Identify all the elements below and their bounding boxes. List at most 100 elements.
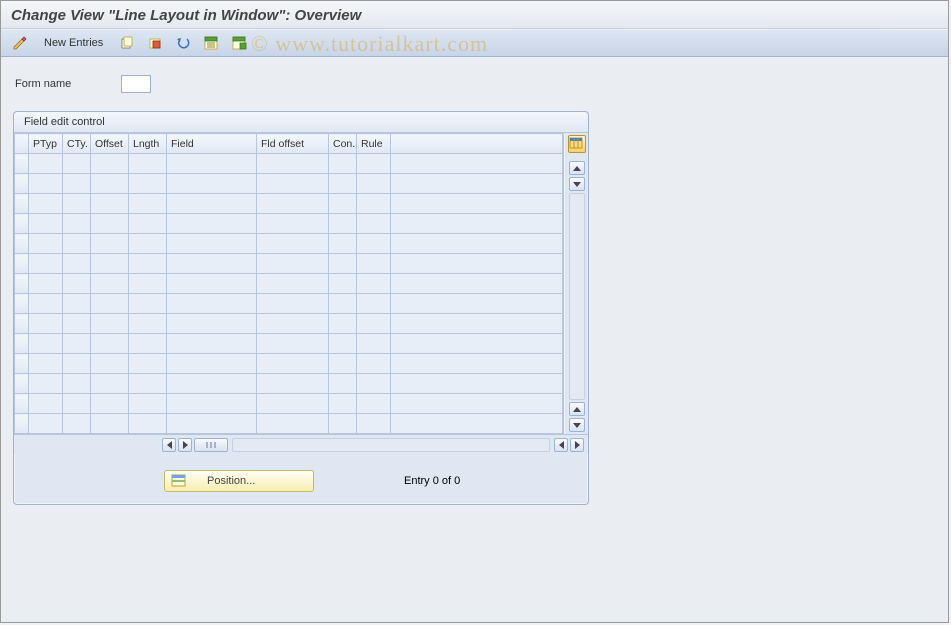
cell-ptyp[interactable] [29,154,63,174]
cell-field[interactable] [167,254,257,274]
cell-field[interactable] [167,374,257,394]
cell-ptyp[interactable] [29,234,63,254]
col-ptyp[interactable]: PTyp [29,134,63,154]
new-entries-button[interactable]: New Entries [37,33,110,53]
cell-ptyp[interactable] [29,174,63,194]
scroll-left-button-2[interactable] [554,438,568,452]
undo-button[interactable] [172,33,194,53]
row-selector[interactable] [15,394,29,414]
cell-cty[interactable] [63,314,91,334]
table-row[interactable] [15,374,563,394]
cell-rule[interactable] [357,174,391,194]
position-button[interactable]: Position... [164,470,314,492]
cell-fld-offset[interactable] [257,314,329,334]
cell-offset[interactable] [91,254,129,274]
cell-con[interactable] [329,294,357,314]
cell-ptyp[interactable] [29,314,63,334]
col-selector[interactable] [15,134,29,154]
table-row[interactable] [15,174,563,194]
col-con[interactable]: Con. [329,134,357,154]
cell-cty[interactable] [63,214,91,234]
cell-rule[interactable] [357,414,391,434]
table-row[interactable] [15,194,563,214]
cell-fld-offset[interactable] [257,154,329,174]
scroll-up-button-2[interactable] [569,402,585,416]
cell-ptyp[interactable] [29,394,63,414]
cell-offset[interactable] [91,214,129,234]
cell-con[interactable] [329,314,357,334]
select-all-button[interactable] [200,33,222,53]
cell-offset[interactable] [91,294,129,314]
cell-cty[interactable] [63,154,91,174]
cell-length[interactable] [129,314,167,334]
cell-fld-offset[interactable] [257,174,329,194]
cell-field[interactable] [167,174,257,194]
row-selector[interactable] [15,354,29,374]
cell-con[interactable] [329,234,357,254]
cell-cty[interactable] [63,194,91,214]
copy-button[interactable] [116,33,138,53]
cell-rule[interactable] [357,234,391,254]
row-selector[interactable] [15,314,29,334]
cell-con[interactable] [329,254,357,274]
scroll-right-button-2[interactable] [570,438,584,452]
cell-con[interactable] [329,334,357,354]
cell-cty[interactable] [63,254,91,274]
cell-con[interactable] [329,274,357,294]
cell-offset[interactable] [91,174,129,194]
cell-offset[interactable] [91,234,129,254]
cell-length[interactable] [129,374,167,394]
cell-cty[interactable] [63,234,91,254]
cell-field[interactable] [167,274,257,294]
cell-length[interactable] [129,234,167,254]
cell-length[interactable] [129,214,167,234]
cell-ptyp[interactable] [29,194,63,214]
cell-cty[interactable] [63,414,91,434]
cell-field[interactable] [167,354,257,374]
cell-offset[interactable] [91,354,129,374]
cell-fld-offset[interactable] [257,294,329,314]
cell-length[interactable] [129,174,167,194]
scroll-right-button[interactable] [178,438,192,452]
table-row[interactable] [15,294,563,314]
scroll-up-button[interactable] [569,161,585,175]
col-field[interactable]: Field [167,134,257,154]
cell-ptyp[interactable] [29,294,63,314]
row-selector[interactable] [15,334,29,354]
table-row[interactable] [15,214,563,234]
cell-length[interactable] [129,354,167,374]
cell-cty[interactable] [63,174,91,194]
col-length[interactable]: Lngth [129,134,167,154]
cell-ptyp[interactable] [29,254,63,274]
cell-cty[interactable] [63,354,91,374]
cell-ptyp[interactable] [29,274,63,294]
row-selector[interactable] [15,214,29,234]
cell-length[interactable] [129,294,167,314]
scroll-left-button[interactable] [162,438,176,452]
cell-offset[interactable] [91,154,129,174]
table-row[interactable] [15,354,563,374]
cell-length[interactable] [129,254,167,274]
scroll-track[interactable] [569,193,585,400]
cell-cty[interactable] [63,294,91,314]
row-selector[interactable] [15,414,29,434]
cell-rule[interactable] [357,394,391,414]
cell-ptyp[interactable] [29,334,63,354]
cell-con[interactable] [329,154,357,174]
cell-rule[interactable] [357,294,391,314]
cell-con[interactable] [329,414,357,434]
cell-fld-offset[interactable] [257,374,329,394]
cell-field[interactable] [167,194,257,214]
cell-rule[interactable] [357,154,391,174]
table-row[interactable] [15,414,563,434]
scroll-down-button[interactable] [569,177,585,191]
cell-rule[interactable] [357,314,391,334]
cell-fld-offset[interactable] [257,334,329,354]
cell-rule[interactable] [357,194,391,214]
row-selector[interactable] [15,374,29,394]
delete-button[interactable] [144,33,166,53]
table-row[interactable] [15,334,563,354]
cell-rule[interactable] [357,334,391,354]
table-row[interactable] [15,254,563,274]
cell-fld-offset[interactable] [257,234,329,254]
